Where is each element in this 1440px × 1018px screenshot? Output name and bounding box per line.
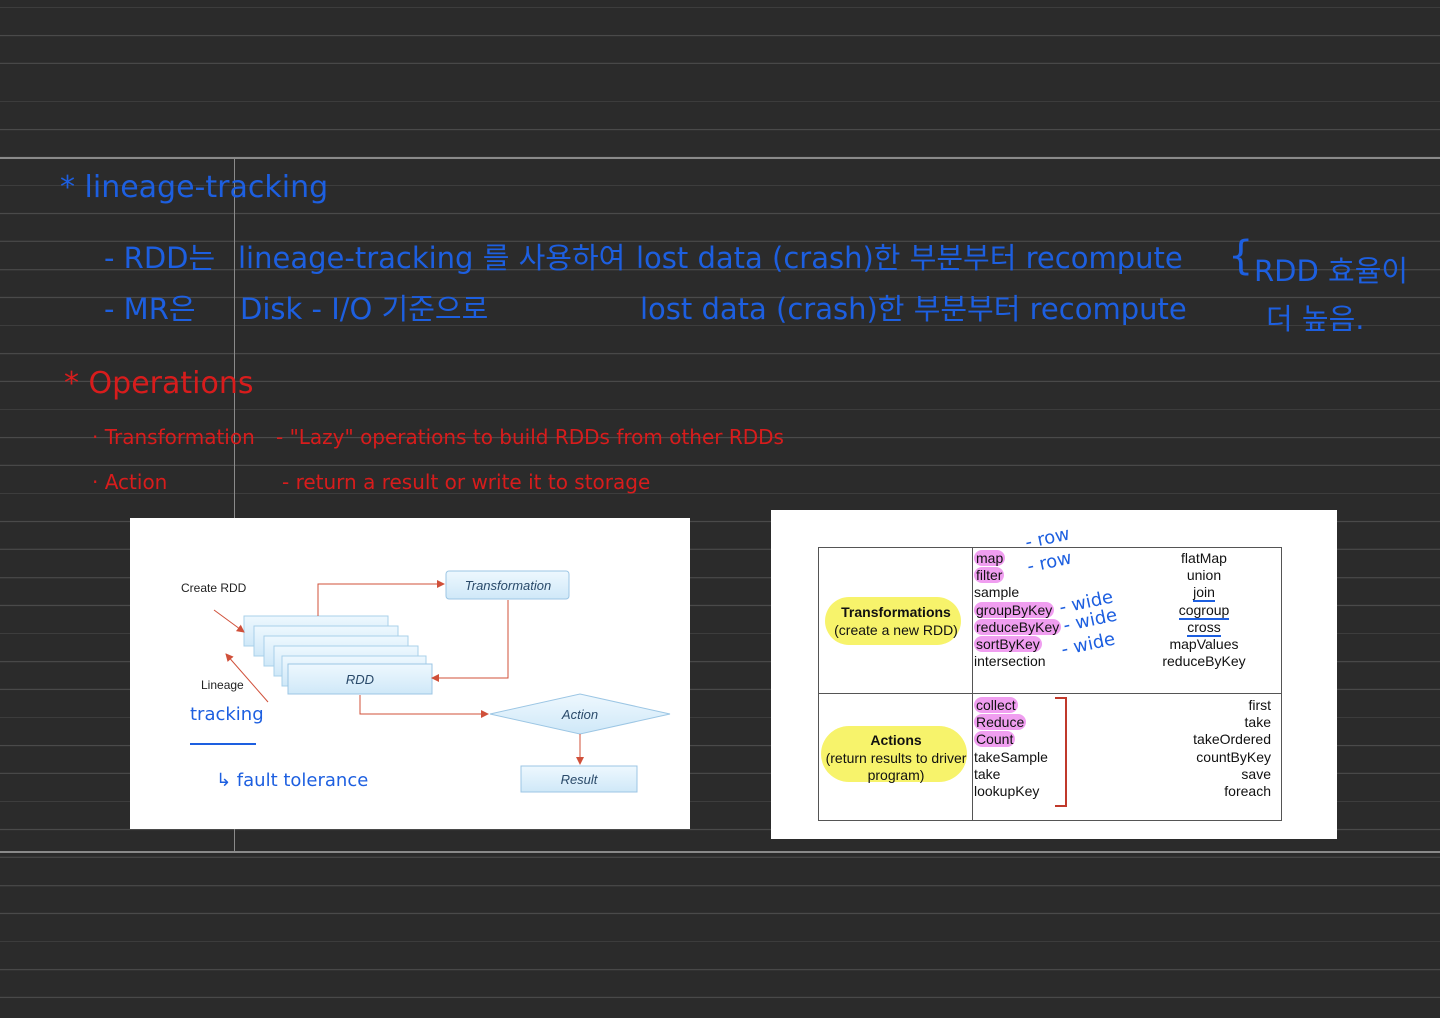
actions-title: Actions: [870, 732, 922, 748]
transformation-name: · Transformation: [92, 425, 255, 449]
result-label: Result: [561, 772, 599, 787]
actions-subtitle-2: program): [867, 767, 925, 783]
actions-right-list: first take takeOrdered countByKey save f…: [1171, 697, 1271, 800]
lineage-line2-d: 더 높음.: [1266, 302, 1365, 336]
actions-subtitle-1: (return results to driver: [825, 750, 967, 766]
lineage-line1-a: - RDD는: [104, 241, 216, 275]
list-item: take: [1244, 714, 1271, 731]
tracking-annotation: tracking: [190, 704, 264, 725]
red-bracket: [1055, 697, 1067, 807]
list-item: mapValues: [1169, 636, 1239, 653]
action-name: · Action: [92, 470, 168, 494]
list-item: lookupKey: [974, 783, 1040, 800]
list-item: countByKey: [1196, 748, 1271, 765]
transformation-desc: - "Lazy" operations to build RDDs from o…: [276, 425, 784, 449]
list-item: sample: [974, 584, 1020, 601]
arrow-to-transformation: [317, 580, 445, 616]
arrow-from-transformation: [431, 600, 509, 682]
lineage-line2-b: Disk - I/O 기준으로: [240, 292, 489, 326]
list-item: sortByKey: [974, 636, 1042, 653]
operations-table: Transformations (create a new RDD) Actio…: [771, 510, 1337, 839]
lineage-line1-c: lost data (crash)한 부분부터 recompute: [636, 241, 1183, 275]
list-item: first: [1248, 697, 1271, 713]
actions-left-list: collect Reduce Count takeSample take loo…: [974, 697, 1048, 800]
arrow-to-action: [359, 695, 489, 718]
transformations-subtitle: (create a new RDD): [834, 622, 958, 638]
transformations-right-list: flatMap union join cogroup cross mapValu…: [1151, 550, 1257, 670]
list-item: cogroup: [1178, 601, 1230, 620]
rdd-stack: [243, 615, 433, 695]
operations-heading: * Operations: [64, 366, 254, 401]
lineage-line2-c: lost data (crash)한 부분부터 recompute: [640, 292, 1187, 326]
ruled-paper: [0, 0, 1440, 1018]
list-item: foreach: [1224, 783, 1271, 800]
list-item: groupByKey: [974, 601, 1055, 618]
list-item: intersection: [974, 653, 1046, 670]
list-item: save: [1241, 765, 1271, 782]
action-desc: - return a result or write it to storage: [282, 470, 651, 494]
lineage-heading: * lineage-tracking: [60, 170, 329, 205]
lineage-line1-b: lineage-tracking 를 사용하여: [238, 241, 626, 275]
list-item: take: [974, 765, 1001, 782]
bottom-rule: [0, 851, 1440, 853]
table-row-divider: [818, 693, 1282, 694]
transformations-title: Transformations: [841, 604, 951, 620]
transformation-label: Transformation: [465, 578, 551, 593]
list-item: takeSample: [974, 748, 1048, 765]
list-item: flatMap: [1181, 550, 1227, 566]
arrow-create-rdd: [213, 609, 245, 633]
list-item: union: [1186, 567, 1222, 584]
lineage-line2-a: - MR은: [104, 292, 196, 326]
list-item: Count: [974, 731, 1016, 748]
list-item: Reduce: [974, 714, 1027, 731]
list-item: takeOrdered: [1193, 731, 1271, 748]
lineage-line1-d: RDD 효율이: [1254, 254, 1409, 288]
list-item: collect: [974, 697, 1018, 713]
rdd-diagram-svg: RDD Transformation Action Result Create …: [181, 570, 671, 793]
action-label: Action: [561, 707, 598, 722]
brace-mark: {: [1228, 233, 1254, 279]
list-item: reduceByKey: [974, 618, 1062, 635]
list-item: reduceByKey: [1162, 653, 1246, 670]
fault-tolerance-annotation: ↳ fault tolerance: [216, 770, 368, 791]
create-rdd-label: Create RDD: [181, 581, 247, 595]
rdd-label: RDD: [346, 672, 374, 687]
list-item: cross: [1187, 618, 1221, 637]
top-rule: [0, 157, 1440, 159]
list-item: join: [1193, 584, 1215, 603]
rdd-diagram: RDD Transformation Action Result Create …: [130, 518, 690, 829]
lineage-label: Lineage: [201, 678, 244, 692]
